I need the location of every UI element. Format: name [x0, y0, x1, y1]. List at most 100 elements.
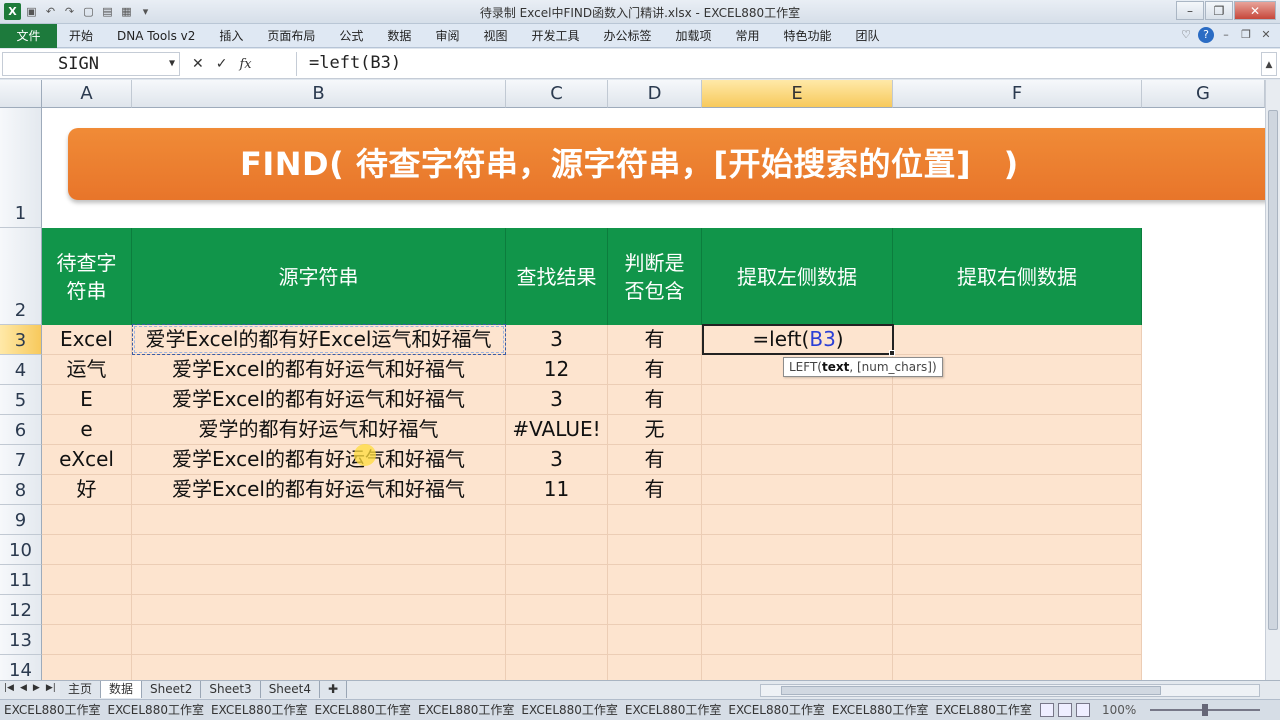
cell-a5[interactable]: E: [42, 385, 132, 415]
cell-d12[interactable]: [608, 595, 702, 625]
active-cell-e3[interactable]: =left(B3): [702, 324, 894, 355]
ribbon-tab[interactable]: DNA Tools v2: [105, 24, 207, 48]
zoom-level[interactable]: 100%: [1102, 702, 1136, 719]
row-header-12[interactable]: 12: [0, 595, 42, 625]
cell-f12[interactable]: [893, 595, 1142, 625]
row-header-7[interactable]: 7: [0, 445, 42, 475]
cell-a3[interactable]: Excel: [42, 325, 132, 355]
tab-file[interactable]: 文件: [0, 24, 57, 48]
ribbon-tab[interactable]: 办公标签: [591, 24, 663, 48]
cell-e13[interactable]: [702, 625, 893, 655]
table-header-d[interactable]: 判断是否包含: [608, 228, 702, 325]
cell-e6[interactable]: [702, 415, 893, 445]
insert-sheet-icon[interactable]: ✚: [320, 681, 348, 698]
cell-c10[interactable]: [506, 535, 608, 565]
row-header-10[interactable]: 10: [0, 535, 42, 565]
cell-d14[interactable]: [608, 655, 702, 680]
horizontal-scrollbar[interactable]: [760, 684, 1260, 697]
row-header-6[interactable]: 6: [0, 415, 42, 445]
ribbon-tab[interactable]: 特色功能: [772, 24, 844, 48]
page-layout-view-icon[interactable]: [1058, 703, 1072, 717]
cell-c12[interactable]: [506, 595, 608, 625]
row-header-9[interactable]: 9: [0, 505, 42, 535]
cell-d13[interactable]: [608, 625, 702, 655]
cancel-formula-icon[interactable]: ✕: [192, 56, 204, 72]
cell-d10[interactable]: [608, 535, 702, 565]
row-header-14[interactable]: 14: [0, 655, 42, 680]
cell-a10[interactable]: [42, 535, 132, 565]
select-all-corner[interactable]: [0, 80, 42, 108]
ribbon-tab[interactable]: 公式: [327, 24, 375, 48]
cell-c13[interactable]: [506, 625, 608, 655]
name-box-dropdown-icon[interactable]: ▼: [169, 53, 175, 75]
window-close-icon[interactable]: ✕: [1258, 27, 1274, 43]
cell-c9[interactable]: [506, 505, 608, 535]
cell-f10[interactable]: [893, 535, 1142, 565]
column-header-e[interactable]: E: [702, 80, 893, 108]
column-header-g[interactable]: G: [1142, 80, 1265, 108]
cell-d11[interactable]: [608, 565, 702, 595]
cell-c3[interactable]: 3: [506, 325, 608, 355]
row-header-5[interactable]: 5: [0, 385, 42, 415]
last-sheet-icon[interactable]: ▶|: [46, 683, 56, 693]
prev-sheet-icon[interactable]: ◀: [20, 683, 27, 693]
zoom-slider-knob[interactable]: [1202, 704, 1208, 716]
row-header-8[interactable]: 8: [0, 475, 42, 505]
close-button[interactable]: ✕: [1234, 1, 1276, 20]
cell-b13[interactable]: [132, 625, 506, 655]
cell-c7[interactable]: 3: [506, 445, 608, 475]
ribbon-tab[interactable]: 开始: [57, 24, 105, 48]
row-header-1[interactable]: 1: [0, 108, 42, 228]
cell-b14[interactable]: [132, 655, 506, 680]
cell-e8[interactable]: [702, 475, 893, 505]
table-header-f[interactable]: 提取右侧数据: [893, 228, 1142, 325]
cell-c8[interactable]: 11: [506, 475, 608, 505]
column-header-f[interactable]: F: [893, 80, 1142, 108]
cell-e11[interactable]: [702, 565, 893, 595]
ribbon-tab[interactable]: 加载项: [664, 24, 724, 48]
cell-d7[interactable]: 有: [608, 445, 702, 475]
column-header-a[interactable]: A: [42, 80, 132, 108]
expand-formula-bar-icon[interactable]: ▲: [1261, 52, 1277, 76]
cell-b6[interactable]: 爱学的都有好运气和好福气: [132, 415, 506, 445]
cell-f5[interactable]: [893, 385, 1142, 415]
ribbon-tab[interactable]: 视图: [471, 24, 519, 48]
enter-formula-icon[interactable]: ✓: [216, 56, 228, 72]
first-sheet-icon[interactable]: |◀: [4, 683, 14, 693]
cell-b12[interactable]: [132, 595, 506, 625]
cell-f3[interactable]: [893, 325, 1142, 355]
window-min-icon[interactable]: –: [1218, 27, 1234, 43]
cell-d3[interactable]: 有: [608, 325, 702, 355]
vertical-scroll-thumb[interactable]: [1268, 110, 1278, 630]
sheet-tab-1[interactable]: 数据: [101, 681, 143, 698]
cell-f7[interactable]: [893, 445, 1142, 475]
cell-d4[interactable]: 有: [608, 355, 702, 385]
cell-c14[interactable]: [506, 655, 608, 680]
ribbon-tab[interactable]: 常用: [724, 24, 772, 48]
cell-b10[interactable]: [132, 535, 506, 565]
ribbon-tab[interactable]: 审阅: [423, 24, 471, 48]
ribbon-tab[interactable]: 页面布局: [255, 24, 327, 48]
sheet-tab-3[interactable]: Sheet3: [201, 681, 261, 698]
cell-a7[interactable]: eXcel: [42, 445, 132, 475]
sheet-tab-0[interactable]: 主页: [60, 681, 102, 698]
zoom-slider[interactable]: [1150, 704, 1260, 716]
table-header-e[interactable]: 提取左侧数据: [702, 228, 893, 325]
page-break-view-icon[interactable]: [1076, 703, 1090, 717]
row-header-3[interactable]: 3: [0, 325, 42, 355]
help-icon[interactable]: ?: [1198, 27, 1214, 43]
cell-b5[interactable]: 爱学Excel的都有好运气和好福气: [132, 385, 506, 415]
cell-b4[interactable]: 爱学Excel的都有好运气和好福气: [132, 355, 506, 385]
sheet-tab-2[interactable]: Sheet2: [142, 681, 202, 698]
cell-a9[interactable]: [42, 505, 132, 535]
cell-d6[interactable]: 无: [608, 415, 702, 445]
cell-b7[interactable]: 爱学Excel的都有好运气和好福气: [132, 445, 506, 475]
cell-e10[interactable]: [702, 535, 893, 565]
cell-e12[interactable]: [702, 595, 893, 625]
cell-e5[interactable]: [702, 385, 893, 415]
normal-view-icon[interactable]: [1040, 703, 1054, 717]
worksheet-grid[interactable]: A B C D E F G 1 2 3 4 5 6 7 8 9 10 11 12 13 14 FIND( 待查字符串，源字…: [0, 80, 1265, 680]
table-header-b[interactable]: 源字符串: [132, 228, 506, 325]
cell-b9[interactable]: [132, 505, 506, 535]
sheet-tab-4[interactable]: Sheet4: [260, 681, 321, 698]
